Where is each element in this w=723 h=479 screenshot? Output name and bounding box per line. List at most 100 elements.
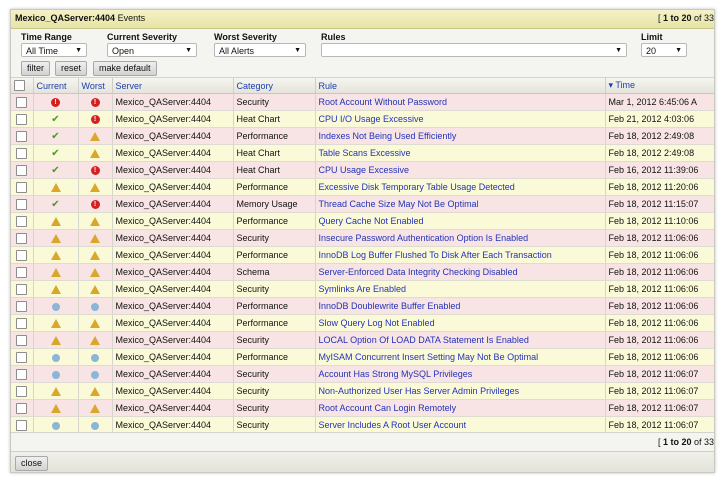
rule-link[interactable]: CPU Usage Excessive	[319, 165, 410, 175]
rule-cell: MyISAM Concurrent Insert Setting May Not…	[315, 348, 606, 366]
row-checkbox[interactable]	[16, 113, 28, 125]
table-row[interactable]: Mexico_QAServer:4404 Performance Excessive…	[11, 178, 714, 196]
row-checkbox[interactable]	[16, 232, 28, 244]
rule-link[interactable]: Server-Enforced Data Integrity Checking …	[319, 267, 518, 277]
current-severity-select[interactable]: Open ▼	[107, 43, 197, 57]
row-checkbox[interactable]	[16, 385, 28, 397]
rule-link[interactable]: Table Scans Excessive	[319, 148, 411, 158]
row-checkbox[interactable]	[16, 351, 28, 363]
table-row[interactable]: ✔! Mexico_QAServer:4404 Memory Usage Thread…	[11, 195, 714, 213]
table-row[interactable]: Mexico_QAServer:4404 Performance MyISAM Co…	[11, 348, 714, 366]
row-checkbox[interactable]	[16, 164, 28, 176]
rule-link[interactable]: InnoDB Doublewrite Buffer Enabled	[319, 301, 461, 311]
table-row[interactable]: Mexico_QAServer:4404 Security Server Inclu…	[11, 416, 714, 434]
rules-select[interactable]: ▼	[321, 43, 627, 57]
rule-link[interactable]: Root Account Can Login Remotely	[319, 403, 457, 413]
server-cell: Mexico_QAServer:4404	[112, 399, 234, 417]
rule-link[interactable]: Thread Cache Size May Not Be Optimal	[319, 199, 479, 209]
table-row[interactable]: Mexico_QAServer:4404 Security Root Account…	[11, 399, 714, 417]
table-row[interactable]: Mexico_QAServer:4404 Security Account Has …	[11, 365, 714, 383]
rule-link[interactable]: Account Has Strong MySQL Privileges	[319, 369, 473, 379]
column-header-time[interactable]: ▾ Time	[605, 78, 714, 94]
category-cell: Security	[233, 331, 316, 349]
table-row[interactable]: Mexico_QAServer:4404 Performance Query Cac…	[11, 212, 714, 230]
worst-severity-cell	[78, 229, 113, 247]
window-title: Mexico_QAServer:4404 Events	[15, 13, 145, 23]
rule-link[interactable]: LOCAL Option Of LOAD DATA Statement Is E…	[319, 335, 529, 345]
table-row[interactable]: Mexico_QAServer:4404 Schema Server-Enforce…	[11, 263, 714, 281]
server-cell: Mexico_QAServer:4404	[112, 178, 234, 196]
time-range-select[interactable]: All Time ▼	[21, 43, 87, 57]
filter-button[interactable]: filter	[21, 61, 51, 76]
row-checkbox[interactable]	[16, 419, 28, 431]
row-checkbox[interactable]	[16, 300, 28, 312]
make-default-button[interactable]: make default	[93, 61, 157, 76]
limit-select[interactable]: 20 ▼	[641, 43, 687, 57]
column-header-category[interactable]: Category	[233, 78, 316, 94]
row-checkbox[interactable]	[16, 181, 28, 193]
row-checkbox[interactable]	[16, 266, 28, 278]
row-checkbox[interactable]	[16, 198, 28, 210]
column-header-worst[interactable]: Worst	[78, 78, 113, 94]
current-severity-cell	[33, 416, 79, 434]
column-header-rule[interactable]: Rule	[315, 78, 606, 94]
window-titlebar: Mexico_QAServer:4404 Events [ 1 to 20 of…	[11, 10, 714, 29]
table-row[interactable]: Mexico_QAServer:4404 Security Insecure Pas…	[11, 229, 714, 247]
rule-link[interactable]: CPU I/O Usage Excessive	[319, 114, 424, 124]
category-cell: Security	[233, 280, 316, 298]
rule-link[interactable]: Excessive Disk Temporary Table Usage Det…	[319, 182, 515, 192]
column-header-server[interactable]: Server	[112, 78, 234, 94]
rule-link[interactable]: Insecure Password Authentication Option …	[319, 233, 529, 243]
table-row[interactable]: !! Mexico_QAServer:4404 Security Root Accou…	[11, 93, 714, 111]
row-checkbox[interactable]	[16, 402, 28, 414]
current-severity-cell	[33, 263, 79, 281]
events-table-body: !! Mexico_QAServer:4404 Security Root Accou…	[11, 93, 714, 434]
row-checkbox[interactable]	[16, 147, 28, 159]
row-checkbox[interactable]	[16, 215, 28, 227]
rule-link[interactable]: Server Includes A Root User Account	[319, 420, 467, 430]
row-checkbox[interactable]	[16, 368, 28, 380]
row-checkbox[interactable]	[16, 130, 28, 142]
table-row[interactable]: Mexico_QAServer:4404 Security LOCAL Option…	[11, 331, 714, 349]
table-row[interactable]: ✔ Mexico_QAServer:4404 Performance Indexes …	[11, 127, 714, 145]
paging-suffix: of 33	[691, 13, 714, 23]
table-row[interactable]: Mexico_QAServer:4404 Performance Slow Quer…	[11, 314, 714, 332]
row-checkbox-cell	[11, 416, 34, 434]
table-row[interactable]: Mexico_QAServer:4404 Security Non-Authoriz…	[11, 382, 714, 400]
rule-link[interactable]: Query Cache Not Enabled	[319, 216, 424, 226]
table-row[interactable]: Mexico_QAServer:4404 Security Symlinks Are…	[11, 280, 714, 298]
rule-link[interactable]: Slow Query Log Not Enabled	[319, 318, 435, 328]
table-row[interactable]: Mexico_QAServer:4404 Performance InnoDB Lo…	[11, 246, 714, 264]
row-checkbox[interactable]	[16, 249, 28, 261]
worst-severity-select[interactable]: All Alerts ▼	[214, 43, 306, 57]
rule-link[interactable]: MyISAM Concurrent Insert Setting May Not…	[319, 352, 539, 362]
row-checkbox-cell	[11, 382, 34, 400]
column-header-current[interactable]: Current	[33, 78, 79, 94]
rule-link[interactable]: InnoDB Log Buffer Flushed To Disk After …	[319, 250, 552, 260]
rule-cell: CPU Usage Excessive	[315, 161, 606, 179]
current-severity-label: Current Severity	[107, 32, 178, 42]
category-cell: Memory Usage	[233, 195, 316, 213]
time-cell: Feb 18, 2012 2:49:08	[605, 144, 714, 162]
table-row[interactable]: ✔! Mexico_QAServer:4404 Heat Chart CPU Usag…	[11, 161, 714, 179]
time-cell: Feb 18, 2012 11:06:06	[605, 246, 714, 264]
reset-button[interactable]: reset	[55, 61, 88, 76]
row-checkbox[interactable]	[16, 334, 28, 346]
rule-link[interactable]: Root Account Without Password	[319, 97, 448, 107]
rule-link[interactable]: Non-Authorized User Has Server Admin Pri…	[319, 386, 520, 396]
rule-link[interactable]: Symlinks Are Enabled	[319, 284, 407, 294]
table-row[interactable]: Mexico_QAServer:4404 Performance InnoDB Do…	[11, 297, 714, 315]
row-checkbox[interactable]	[16, 96, 28, 108]
row-checkbox[interactable]	[16, 283, 28, 295]
row-checkbox-cell	[11, 297, 34, 315]
close-button[interactable]: close	[15, 456, 49, 471]
table-row[interactable]: ✔ Mexico_QAServer:4404 Heat Chart Table Sca…	[11, 144, 714, 162]
table-row[interactable]: ✔! Mexico_QAServer:4404 Heat Chart CPU I/O …	[11, 110, 714, 128]
critical-alert-icon: !	[90, 166, 100, 176]
worst-severity-cell	[78, 178, 113, 196]
rule-link[interactable]: Indexes Not Being Used Efficiently	[319, 131, 457, 141]
worst-severity-cell	[78, 212, 113, 230]
row-checkbox[interactable]	[16, 317, 28, 329]
critical-alert-icon: !	[90, 115, 100, 125]
select-all-checkbox[interactable]	[14, 80, 25, 92]
